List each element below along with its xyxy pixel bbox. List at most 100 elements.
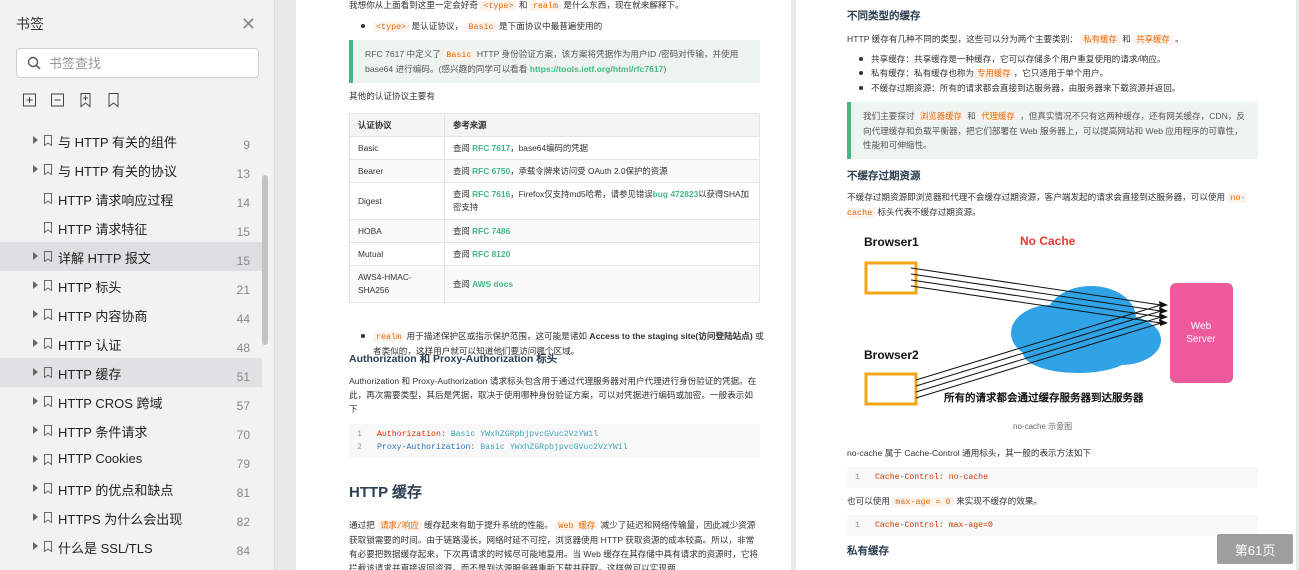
list-item: 私有缓存：私有缓存也称为 专用缓存 ，它只适用于单个用户。 bbox=[847, 66, 1267, 81]
reference-text: 查阅 bbox=[453, 225, 470, 236]
table-row: Mutual 查阅 RFC 8120 bbox=[349, 242, 760, 266]
list-item-text: 不缓存过期资源：所有的请求都会直接到达服务器，由服务器来下载资源并返回。 bbox=[871, 83, 1181, 93]
bookmark-item[interactable]: 与 HTTP 有关的协议 13 bbox=[0, 155, 262, 184]
bookmark-icon bbox=[44, 454, 52, 465]
bookmark-item[interactable]: 详解 HTTP 报文 15 bbox=[0, 242, 262, 271]
figure-caption: no-cache 示意图 bbox=[1013, 422, 1073, 431]
bookmark-item[interactable]: HTTP 请求响应过程 14 bbox=[0, 184, 262, 213]
reference-link[interactable]: RFC 7616 bbox=[472, 189, 510, 199]
bookmark-page-number: 14 bbox=[236, 196, 250, 210]
bookmark-item[interactable]: 与 HTTP 有关的组件 9 bbox=[0, 126, 262, 155]
nocache-paragraph: 不缓存过期资源即浏览器和代理不会缓存过期资源，客户端发起的请求会直接到达服务器，… bbox=[847, 190, 1267, 220]
expand-caret-icon[interactable] bbox=[33, 513, 38, 521]
bookmark-item[interactable]: HTTP 内容协商 44 bbox=[0, 300, 262, 329]
search-icon bbox=[27, 56, 41, 70]
expand-caret-icon[interactable] bbox=[33, 310, 38, 318]
protocol-cell: AWS4-HMAC-SHA256 bbox=[349, 265, 445, 303]
bookmark-page-number: 44 bbox=[236, 312, 250, 326]
bookmark-page-number: 13 bbox=[236, 167, 250, 181]
table-row: HOBA 查阅 RFC 7486 bbox=[349, 219, 760, 243]
expand-caret-icon[interactable] bbox=[33, 455, 38, 463]
code-line: Cache-Control: max-age=0 bbox=[875, 521, 993, 530]
table-header: 参考来源 bbox=[444, 113, 760, 137]
close-icon[interactable]: ✕ bbox=[241, 15, 256, 33]
expand-caret-icon[interactable] bbox=[33, 165, 38, 173]
bookmark-page-number: 57 bbox=[236, 399, 250, 413]
intro-text: 我想你从上面看到这里一定会好奇 bbox=[349, 0, 478, 10]
bookmark-page-number: 79 bbox=[236, 457, 250, 471]
bookmark-sidebar: 书签 ✕ 与 HTTP 有关的组件 9 与 HTTP 有关的协议 13 HTTP 请求响… bbox=[0, 0, 275, 570]
bookmark-page-number: 15 bbox=[236, 254, 250, 268]
reference-cell: 查阅 RFC 7486 bbox=[444, 219, 760, 243]
bookmark-search-input[interactable] bbox=[49, 55, 239, 71]
inline-code: Web 缓存 bbox=[555, 521, 599, 531]
bookmark-item[interactable]: HTTP 请求特征 15 bbox=[0, 213, 262, 242]
bookmark-icon[interactable] bbox=[106, 92, 121, 108]
expand-caret-icon[interactable] bbox=[33, 368, 38, 376]
reference-link[interactable]: AWS docs bbox=[472, 279, 513, 289]
bookmark-item[interactable]: 什么是 SSL/TLS 84 bbox=[0, 532, 262, 561]
sidebar-scrollbar[interactable] bbox=[262, 175, 268, 345]
reference-text: ，Firefox仅支持md5哈希，请参见错误 bbox=[510, 189, 653, 199]
expand-all-icon[interactable] bbox=[22, 92, 37, 108]
bullet-text: 是认证协议， bbox=[411, 21, 464, 31]
bookmark-page-number: 82 bbox=[236, 515, 250, 529]
expand-caret-icon[interactable] bbox=[33, 339, 38, 347]
expand-caret-icon[interactable] bbox=[33, 397, 38, 405]
no-cache-diagram: Browser1 No Cache Browser2 Web Server 所有… bbox=[864, 234, 1233, 406]
page-indicator[interactable]: 第61页 bbox=[1217, 534, 1293, 564]
reference-link[interactable]: RFC 6750 bbox=[472, 166, 510, 176]
bookmark-page-number: 48 bbox=[236, 341, 250, 355]
inline-code: 请求/响应 bbox=[377, 521, 422, 531]
bookmark-icon bbox=[44, 541, 52, 552]
reference-text: 查阅 bbox=[453, 165, 470, 176]
reference-text: 查阅 bbox=[453, 248, 470, 259]
reference-link[interactable]: RFC 7617 bbox=[472, 143, 510, 153]
reference-link[interactable]: bug 472823 bbox=[653, 189, 699, 199]
add-bookmark-icon[interactable] bbox=[78, 92, 93, 108]
bookmark-label: 与 HTTP 有关的协议 bbox=[58, 164, 177, 179]
list-item-text: 共享缓存：共享缓存是一种缓存，它可以存储多个用户重复使用的请求/响应。 bbox=[871, 54, 1166, 64]
reference-text: ，base64编码的凭据 bbox=[510, 142, 588, 153]
code-type: Basic bbox=[480, 443, 505, 452]
bookmark-icon bbox=[44, 512, 52, 523]
bookmark-item[interactable]: HTTPS 为什么会出现 82 bbox=[0, 503, 262, 532]
bookmark-item[interactable]: HTTP Cookies 79 bbox=[0, 445, 262, 474]
bookmark-item[interactable]: HTTP 缓存 51 bbox=[0, 358, 262, 387]
bookmark-search-box[interactable] bbox=[16, 48, 259, 78]
code-line: Cache-Control: no-cache bbox=[875, 473, 989, 482]
reference-link[interactable]: RFC 8120 bbox=[472, 249, 510, 259]
tip-text: 和 bbox=[967, 111, 976, 121]
expand-caret-icon[interactable] bbox=[33, 281, 38, 289]
inline-code: Basic bbox=[443, 50, 475, 60]
bookmark-icon bbox=[44, 309, 52, 320]
bookmark-item[interactable]: HTTP 认证 48 bbox=[0, 329, 262, 358]
bookmark-item[interactable]: HTTP 条件请求 70 bbox=[0, 416, 262, 445]
diagram-caption-bold: 所有的请求都会通过缓存服务器到达服务器 bbox=[944, 391, 1144, 404]
expand-caret-icon[interactable] bbox=[33, 426, 38, 434]
bookmark-icon bbox=[44, 164, 52, 175]
bookmark-item[interactable]: HTTP 的优点和缺点 81 bbox=[0, 474, 262, 503]
maxage-code-block: 1 Cache-Control: max-age=0 bbox=[847, 515, 1258, 536]
bookmark-item[interactable]: HTTP 标头 21 bbox=[0, 271, 262, 300]
code-line: 2 Proxy-Authorization: Basic YWxhZGRpbjpv… bbox=[357, 441, 752, 454]
paragraph-text: 。 bbox=[1175, 34, 1184, 44]
collapse-all-icon[interactable] bbox=[50, 92, 65, 108]
list-item: 不缓存过期资源：所有的请求都会直接到达服务器，由服务器来下载资源并返回。 bbox=[847, 81, 1267, 95]
nocache-desc: no-cache 属于 Cache-Control 通用标头，其一般的表示方法如… bbox=[847, 448, 1092, 458]
inline-code: realm bbox=[373, 332, 405, 342]
reference-link[interactable]: RFC 7486 bbox=[472, 226, 510, 236]
expand-caret-icon[interactable] bbox=[33, 484, 38, 492]
expand-caret-icon[interactable] bbox=[33, 136, 38, 144]
inline-code: <type> bbox=[373, 22, 410, 32]
bookmark-page-number: 81 bbox=[236, 486, 250, 500]
code-key: Authorization: bbox=[377, 430, 446, 439]
bookmark-item[interactable]: HTTP CROS 跨域 57 bbox=[0, 387, 262, 416]
expand-caret-icon[interactable] bbox=[33, 542, 38, 550]
web-server-box bbox=[1170, 283, 1233, 383]
bookmark-label: HTTPS 为什么会出现 bbox=[58, 512, 183, 527]
rfc-link[interactable]: https://tools.ietf.org/html/rfc7617 bbox=[530, 64, 664, 74]
expand-caret-icon[interactable] bbox=[33, 252, 38, 260]
browser1-label: Browser1 bbox=[864, 235, 919, 249]
nocache-code-block: 1 Cache-Control: no-cache bbox=[847, 467, 1258, 488]
